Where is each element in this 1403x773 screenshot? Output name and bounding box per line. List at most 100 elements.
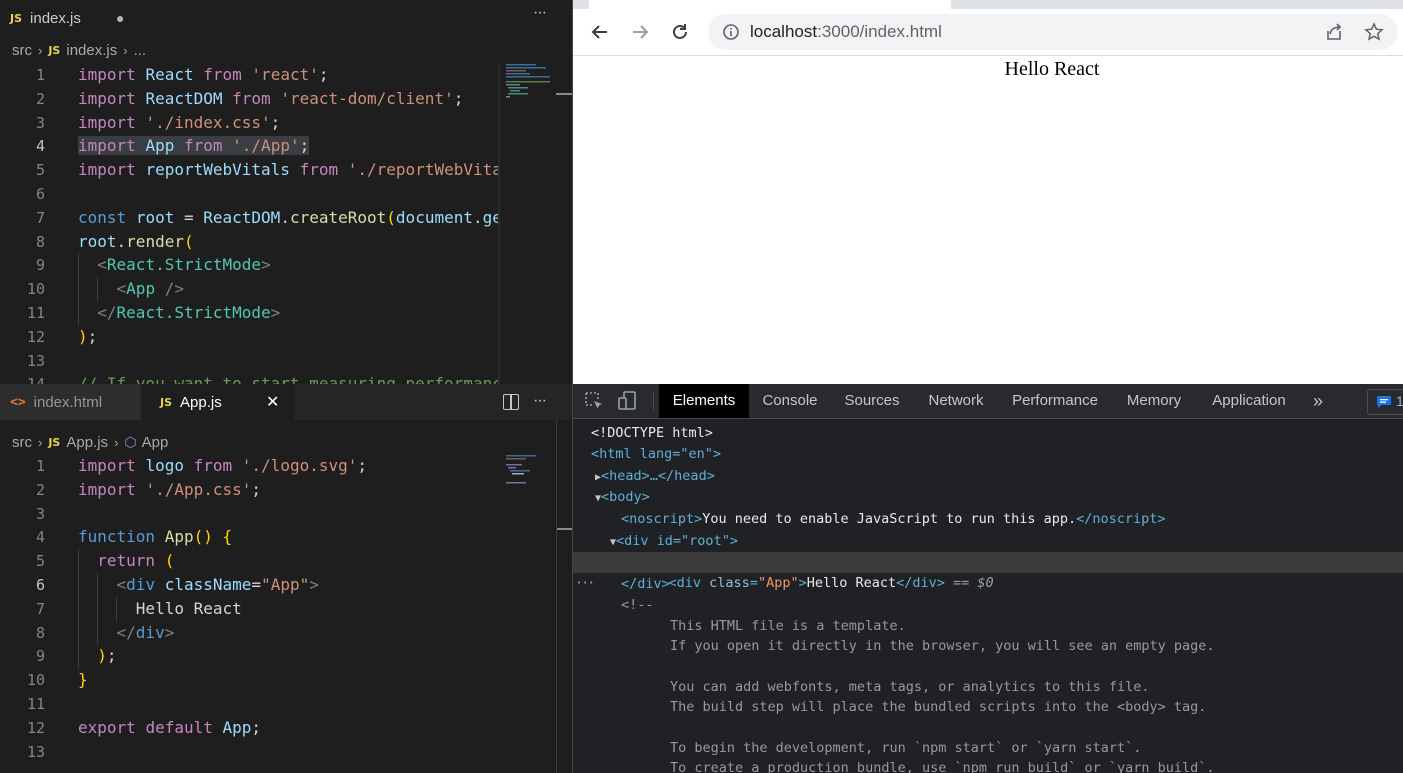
dom-root-div[interactable]: ▼<div id="root"> <box>573 531 1403 552</box>
code-line[interactable]: 11 <box>0 692 500 716</box>
tab-network[interactable]: Network <box>913 384 999 418</box>
code-line[interactable]: 6 <div className="App"> <box>0 573 500 597</box>
comment-line[interactable]: To create a production bundle, use `npm … <box>573 758 1403 773</box>
tab-performance[interactable]: Performance <box>999 384 1111 418</box>
minimap[interactable] <box>500 454 572 773</box>
comment-line[interactable]: To begin the development, run `npm start… <box>573 738 1403 759</box>
code-line[interactable]: 3 <box>0 502 500 526</box>
dom-comment-node[interactable]: <!-- <box>573 595 1403 616</box>
breadcrumb-folder[interactable]: src <box>12 42 32 59</box>
tab-console[interactable]: Console <box>749 384 831 418</box>
code-line[interactable]: 1 import logo from './logo.svg'; <box>0 454 500 478</box>
dom-app-div-selected[interactable]: ··· <div class="App">Hello React</div> ==… <box>573 552 1403 591</box>
code-line[interactable]: 10 <App /> <box>0 277 500 301</box>
more-actions-button[interactable]: ··· <box>533 392 547 410</box>
code-line[interactable]: 11 </React.StrictMode> <box>0 301 500 325</box>
comment-line[interactable]: This HTML file is a template. <box>573 616 1403 637</box>
code-line[interactable]: 1 import React from 'react'; <box>0 63 500 87</box>
breadcrumb-symbol[interactable]: App <box>142 434 169 451</box>
dom-head-node[interactable]: ▶<head>…</head> <box>573 466 1403 487</box>
close-icon[interactable]: ✕ <box>266 392 279 412</box>
comment-line[interactable]: The build step will place the bundled sc… <box>573 697 1403 718</box>
breadcrumb-file[interactable]: App.js <box>66 434 108 451</box>
html-file-icon: <> <box>10 394 26 410</box>
code-line[interactable]: 2 import ReactDOM from 'react-dom/client'… <box>0 87 500 111</box>
tab-elements[interactable]: Elements <box>659 384 749 418</box>
tab-app-js[interactable]: JS App.js ✕ <box>142 384 294 420</box>
share-icon[interactable] <box>1324 22 1344 42</box>
code-line[interactable]: 4 function App() { <box>0 525 500 549</box>
breadcrumb: src › JS App.js › ⬡ App <box>12 431 168 453</box>
line-number: 4 <box>35 528 45 547</box>
line-number: 10 <box>26 280 45 299</box>
dom-doctype[interactable]: <!DOCTYPE html> <box>573 423 1403 444</box>
code-text: import React from 'react'; <box>78 65 329 84</box>
dom-noscript-node[interactable]: <noscript>You need to enable JavaScript … <box>573 509 1403 530</box>
bookmark-star-icon[interactable] <box>1364 22 1384 42</box>
code-editor[interactable]: 1 import logo from './logo.svg'; 2 import '… <box>0 454 500 773</box>
browser-toolbar: localhost:3000/index.html <box>573 9 1403 56</box>
code-line[interactable]: 9 ); <box>0 644 500 668</box>
code-line[interactable]: 12 export default App; <box>0 716 500 740</box>
breadcrumb-folder[interactable]: src <box>12 434 32 451</box>
url-text[interactable]: localhost:3000/index.html <box>750 14 942 50</box>
tab-application[interactable]: Application <box>1197 384 1301 418</box>
scrollbar-marker[interactable] <box>556 93 572 95</box>
code-line[interactable]: 13 <box>0 740 500 764</box>
line-number: 4 <box>35 137 45 156</box>
forward-button[interactable] <box>625 17 655 47</box>
comment-line[interactable] <box>573 657 1403 678</box>
tab-sources[interactable]: Sources <box>831 384 913 418</box>
line-number: 2 <box>35 480 45 499</box>
dom-html-node[interactable]: <html lang="en"> <box>573 444 1403 465</box>
comment-line[interactable]: If you open it directly in the browser, … <box>573 636 1403 657</box>
tab-index-js[interactable]: JS index.js ● <box>0 0 140 36</box>
code-text: Hello React <box>78 598 242 618</box>
tab-index-html[interactable]: <> index.html <box>0 384 140 420</box>
reload-button[interactable] <box>665 17 695 47</box>
code-line[interactable]: 7 const root = ReactDOM.createRoot(docume… <box>0 206 502 230</box>
device-toolbar-icon[interactable] <box>617 390 639 412</box>
minimap-preview <box>506 455 536 484</box>
breadcrumb-file[interactable]: index.js <box>66 42 117 59</box>
back-button[interactable] <box>585 17 615 47</box>
more-actions-button[interactable]: ··· <box>533 4 547 22</box>
dom-body-node[interactable]: ▼<body> <box>573 487 1403 508</box>
code-line[interactable]: 3 import './index.css'; <box>0 111 500 135</box>
tab-memory[interactable]: Memory <box>1111 384 1197 418</box>
comment-line[interactable]: You can add webfonts, meta tags, or anal… <box>573 677 1403 698</box>
editor-index-js: JS index.js ● ··· src › JS index.js › ..… <box>0 0 572 384</box>
breadcrumb-symbol[interactable]: ... <box>134 42 147 59</box>
code-line[interactable]: 4 import App from './App'; <box>0 134 500 158</box>
comment-line[interactable] <box>573 718 1403 739</box>
scrollbar-marker[interactable] <box>556 528 572 530</box>
line-number: 14 <box>0 372 45 384</box>
editor-tab-bar: <> index.html JS App.js ✕ ··· <box>0 384 572 420</box>
code-line[interactable]: 10} <box>0 668 500 692</box>
code-line[interactable]: 9 <React.StrictMode> <box>0 253 500 277</box>
code-line[interactable]: 5 return ( <box>0 549 500 573</box>
code-line[interactable]: 8 </div> <box>0 621 500 645</box>
line-number: 3 <box>35 504 45 523</box>
dom-root-div-close[interactable]: </div> <box>573 574 1403 595</box>
code-line[interactable]: 7 Hello React <box>0 597 500 621</box>
issues-badge[interactable]: 1 <box>1367 389 1403 415</box>
info-icon[interactable] <box>722 23 740 41</box>
address-bar[interactable]: localhost:3000/index.html <box>708 14 1398 50</box>
inspect-element-icon[interactable] <box>583 390 605 412</box>
code-line[interactable]: 13 <box>0 349 500 373</box>
code-editor[interactable]: 1 import React from 'react'; 2 import React… <box>0 63 502 384</box>
split-editor-icon[interactable] <box>503 394 519 410</box>
code-line[interactable]: 12); <box>0 325 500 349</box>
more-tabs-button[interactable]: » <box>1301 384 1335 418</box>
minimap[interactable] <box>500 63 572 384</box>
scrollbar-track[interactable] <box>498 63 500 384</box>
code-line[interactable]: 5 import reportWebVitals from './reportWe… <box>0 158 502 182</box>
browser-active-tab[interactable] <box>589 0 951 9</box>
code-line[interactable]: 6 <box>0 182 500 206</box>
scrollbar-track[interactable] <box>556 420 557 773</box>
code-line[interactable]: 14 // If you want to start measuring perf… <box>0 372 502 384</box>
code-line[interactable]: 8 root.render( <box>0 230 500 254</box>
unsaved-dot-icon[interactable]: ● <box>116 10 124 26</box>
code-line[interactable]: 2 import './App.css'; <box>0 478 500 502</box>
